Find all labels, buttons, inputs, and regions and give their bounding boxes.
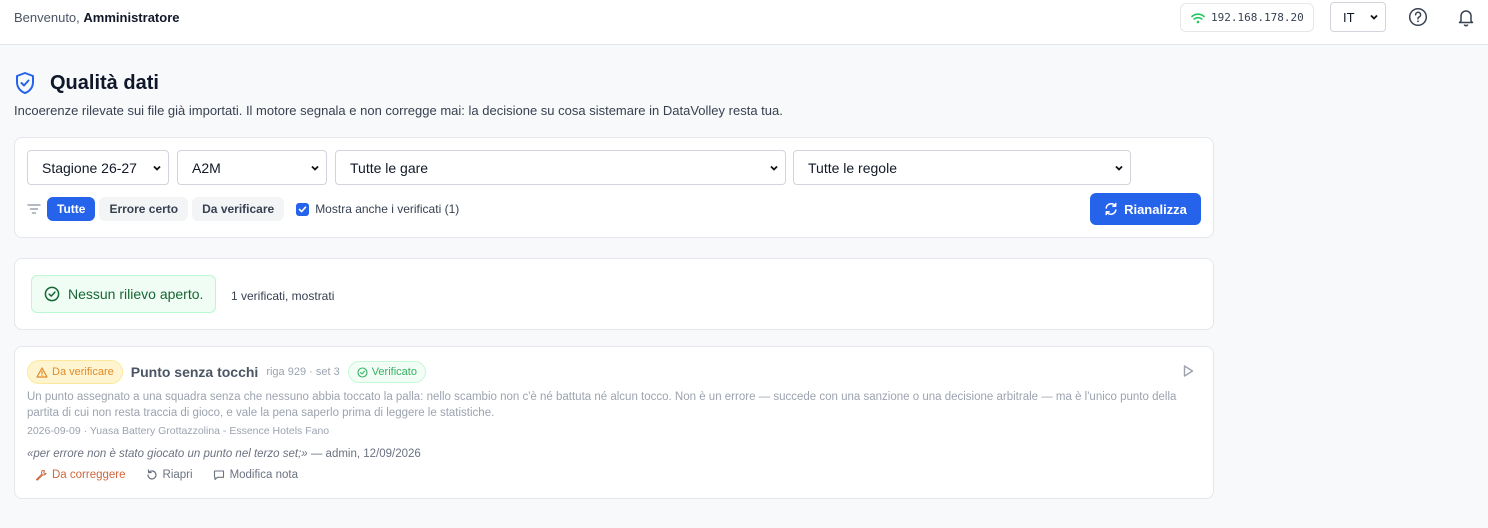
issue-header: Da verificare Punto senza tocchi riga 92… bbox=[27, 360, 426, 384]
wifi-icon bbox=[1191, 12, 1205, 23]
season-value: Stagione 26-27 bbox=[42, 159, 137, 176]
issue-card: Da verificare Punto senza tocchi riga 92… bbox=[14, 346, 1214, 499]
chevron-down-icon bbox=[153, 165, 161, 171]
check-circle-icon bbox=[44, 286, 60, 302]
reanalyze-button[interactable]: Rianalizza bbox=[1090, 193, 1201, 225]
summary-card: Nessun rilievo aperto. 1 verificati, mos… bbox=[14, 258, 1214, 330]
show-verified-toggle[interactable]: Mostra anche i verificati (1) bbox=[296, 202, 459, 216]
welcome-text: Benvenuto, Amministratore bbox=[14, 10, 179, 25]
welcome-prefix: Benvenuto, bbox=[14, 10, 80, 25]
show-verified-checkbox[interactable] bbox=[296, 202, 310, 216]
refresh-icon bbox=[1105, 202, 1117, 216]
issue-title: Punto senza tocchi bbox=[130, 364, 259, 380]
rules-select[interactable]: Tutte le regole bbox=[793, 150, 1131, 185]
show-verified-label: Mostra anche i verificati (1) bbox=[315, 202, 460, 216]
language-select[interactable]: IT bbox=[1330, 2, 1386, 32]
chevron-down-icon bbox=[770, 165, 778, 171]
ip-address: 192.168.178.20 bbox=[1211, 11, 1304, 24]
page-header: Qualità dati bbox=[14, 71, 159, 95]
issue-note: «per errore non è stato giocato un punto… bbox=[27, 448, 421, 460]
note-quote: «per errore non è stato giocato un punto… bbox=[27, 448, 308, 460]
play-icon[interactable] bbox=[1181, 364, 1195, 378]
league-select[interactable]: A2M bbox=[177, 150, 327, 185]
filters-card: Stagione 26-27 A2M Tutte le gare Tutte l… bbox=[14, 137, 1214, 238]
matches-value: Tutte le gare bbox=[350, 159, 429, 176]
mark-to-fix-label: Da correggere bbox=[52, 469, 126, 481]
check-circle-icon bbox=[357, 366, 368, 378]
matches-select[interactable]: Tutte le gare bbox=[335, 150, 786, 185]
warning-triangle-icon bbox=[36, 366, 48, 378]
bell-icon[interactable] bbox=[1455, 6, 1477, 28]
issue-meta: riga 929 · set 3 bbox=[266, 366, 340, 378]
message-square-icon bbox=[213, 470, 224, 481]
severity-label: Da verificare bbox=[52, 366, 114, 378]
page-title: Qualità dati bbox=[50, 71, 159, 94]
rotate-ccw-icon bbox=[146, 469, 157, 480]
pill-to-verify[interactable]: Da verificare bbox=[192, 197, 285, 221]
page-subtitle: Incoerenze rilevate sui file già importa… bbox=[14, 103, 783, 118]
language-value: IT bbox=[1343, 9, 1355, 25]
no-open-issues-badge: Nessun rilievo aperto. bbox=[31, 275, 217, 313]
chevron-down-icon bbox=[1370, 14, 1378, 20]
verified-label: Verificato bbox=[371, 366, 417, 378]
note-author: — admin, 12/09/2026 bbox=[310, 448, 421, 460]
reanalyze-label: Rianalizza bbox=[1124, 201, 1187, 217]
severity-filter-row: Tutte Errore certo Da verificare Mostra … bbox=[27, 197, 459, 221]
help-icon[interactable] bbox=[1407, 6, 1429, 28]
mark-to-fix-button[interactable]: Da correggere bbox=[35, 469, 126, 481]
top-bar: Benvenuto, Amministratore 192.168.178.20… bbox=[0, 0, 1488, 45]
filter-icon bbox=[27, 204, 41, 214]
verified-badge: Verificato bbox=[347, 361, 426, 383]
issue-actions: Da correggere Riapri Modifica nota bbox=[35, 469, 298, 481]
season-select[interactable]: Stagione 26-27 bbox=[27, 150, 169, 185]
severity-badge: Da verificare bbox=[27, 360, 123, 384]
welcome-user: Amministratore bbox=[83, 10, 180, 25]
pill-all[interactable]: Tutte bbox=[47, 197, 96, 221]
rules-value: Tutte le regole bbox=[808, 159, 897, 176]
edit-note-button[interactable]: Modifica nota bbox=[213, 469, 298, 481]
issue-match: 2026-09-09 · Yuasa Battery Grottazzolina… bbox=[27, 425, 330, 437]
edit-note-label: Modifica nota bbox=[229, 469, 298, 481]
reopen-button[interactable]: Riapri bbox=[146, 469, 193, 481]
shield-check-icon bbox=[16, 72, 34, 94]
server-ip-chip[interactable]: 192.168.178.20 bbox=[1180, 3, 1314, 32]
reopen-label: Riapri bbox=[162, 469, 193, 481]
no-open-issues-text: Nessun rilievo aperto. bbox=[68, 286, 204, 302]
issue-description: Un punto assegnato a una squadra senza c… bbox=[27, 391, 1177, 419]
chevron-down-icon bbox=[1115, 165, 1123, 171]
wrench-icon bbox=[36, 470, 47, 481]
chevron-down-icon bbox=[311, 165, 319, 171]
league-value: A2M bbox=[192, 159, 221, 176]
verified-count-note: 1 verificati, mostrati bbox=[231, 289, 335, 303]
pill-certain-error[interactable]: Errore certo bbox=[99, 197, 189, 221]
